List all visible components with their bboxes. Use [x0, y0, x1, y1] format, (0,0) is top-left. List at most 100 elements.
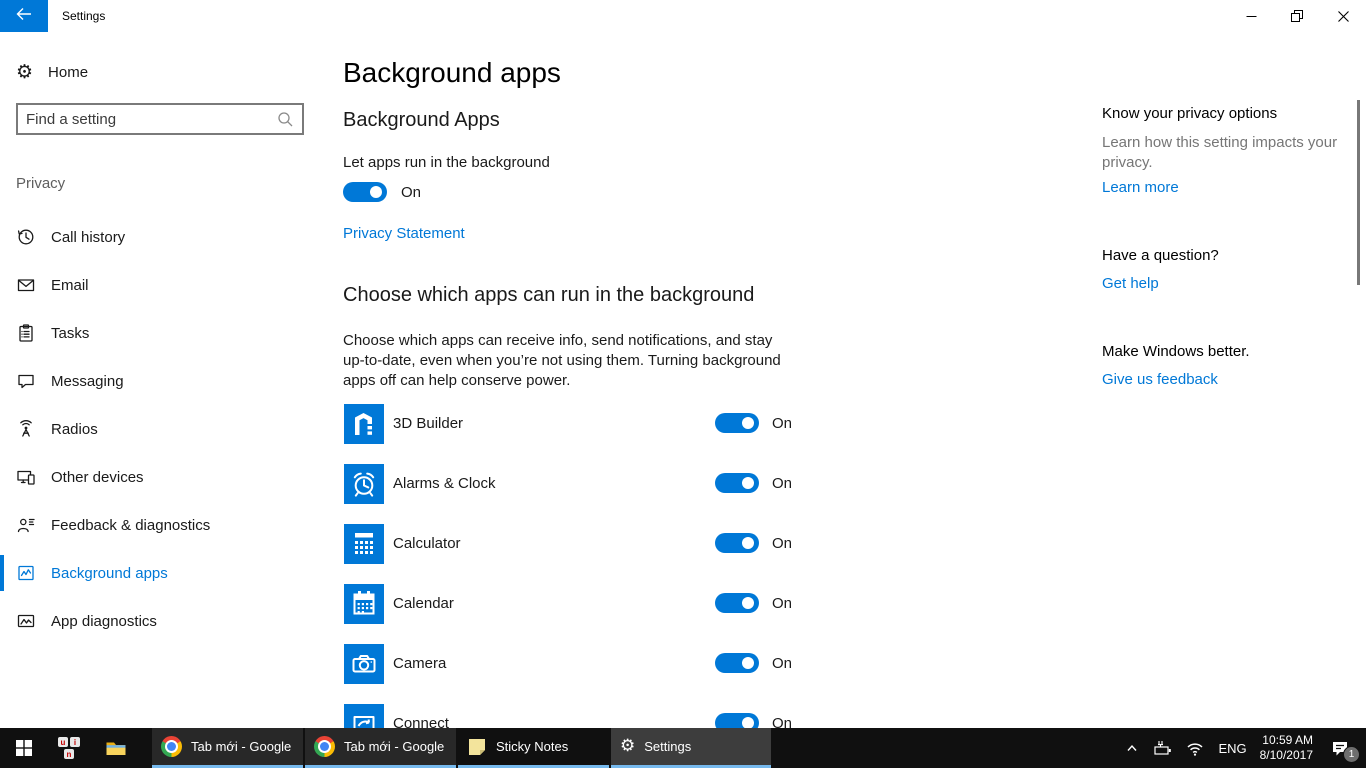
master-toggle[interactable] [343, 182, 387, 202]
alarms-clock-app-icon [344, 464, 384, 504]
app-toggle[interactable] [715, 533, 759, 553]
battery-button[interactable] [1153, 740, 1172, 757]
unikey-button[interactable]: u i n [48, 728, 92, 768]
app-row-alarms-clock: Alarms & Clock On [343, 463, 813, 523]
learn-more-link[interactable]: Learn more [1102, 179, 1342, 196]
sidebar-item-email[interactable]: Email [0, 261, 343, 309]
windows-logo-icon [16, 740, 32, 756]
app-row-3d-builder: 3D Builder On [343, 403, 813, 463]
sidebar-item-messaging[interactable]: Messaging [0, 357, 343, 405]
sidebar-item-app-diagnostics[interactable]: App diagnostics [0, 597, 343, 645]
app-name: Calculator [393, 535, 461, 552]
wifi-button[interactable] [1185, 740, 1205, 757]
email-icon [16, 275, 36, 295]
taskbar-window-label: Settings [644, 739, 691, 754]
sidebar-item-label: Background apps [51, 565, 168, 582]
close-button[interactable] [1320, 0, 1366, 32]
maximize-button[interactable] [1274, 0, 1320, 32]
tray-clock[interactable]: 10:59 AM 8/10/2017 [1260, 733, 1313, 763]
minimize-button[interactable] [1228, 0, 1274, 32]
taskbar-window-label: Tab mới - Google C... [191, 739, 294, 754]
make-windows-better-heading: Make Windows better. [1102, 343, 1342, 360]
taskbar-window-chrome-1[interactable]: Tab mới - Google C... [152, 728, 303, 768]
battery-charging-icon [1153, 740, 1172, 757]
system-tray: ENG 10:59 AM 8/10/2017 1 [1124, 728, 1366, 768]
sidebar-item-tasks[interactable]: Tasks [0, 309, 343, 357]
app-toggle-state: On [772, 535, 792, 552]
sidebar-item-radios[interactable]: Radios [0, 405, 343, 453]
tasks-icon [16, 323, 36, 343]
app-toggle[interactable] [715, 473, 759, 493]
sidebar-item-label: Tasks [51, 325, 89, 342]
app-name: Calendar [393, 595, 454, 612]
app-toggle-state: On [772, 475, 792, 492]
scrollbar-thumb[interactable] [1357, 100, 1360, 285]
privacy-statement-link[interactable]: Privacy Statement [343, 225, 465, 242]
background-apps-icon [16, 563, 36, 583]
app-toggle-state: On [772, 595, 792, 612]
gear-icon: ⚙ [16, 63, 33, 82]
choose-apps-heading: Choose which apps can run in the backgro… [343, 284, 754, 307]
taskbar-window-label: Sticky Notes [496, 739, 568, 754]
calculator-app-icon [344, 524, 384, 564]
app-name: Alarms & Clock [393, 475, 496, 492]
settings-window: Settings ⚙ Home Privacy [0, 0, 1366, 768]
call-history-icon [16, 227, 36, 247]
wifi-icon [1185, 740, 1205, 757]
home-label: Home [48, 64, 88, 81]
minimize-icon [1246, 11, 1257, 22]
privacy-options-heading: Know your privacy options [1102, 105, 1342, 122]
clock-date: 8/10/2017 [1260, 748, 1313, 763]
back-button[interactable] [0, 0, 48, 32]
background-apps-heading: Background Apps [343, 109, 500, 132]
taskbar-window-sticky-notes[interactable]: Sticky Notes [458, 728, 609, 768]
search-input[interactable] [18, 111, 277, 128]
taskbar-window-chrome-2[interactable]: Tab mới - Google C... [305, 728, 456, 768]
language-indicator[interactable]: ENG [1218, 741, 1246, 756]
privacy-options-text: Learn how this setting impacts your priv… [1102, 133, 1342, 173]
window-controls [1228, 0, 1366, 32]
search-icon [277, 111, 294, 128]
app-row-camera: Camera On [343, 643, 813, 703]
notification-badge: 1 [1344, 747, 1359, 762]
sticky-notes-icon [467, 737, 487, 757]
sidebar-item-label: App diagnostics [51, 613, 157, 630]
app-toggle[interactable] [715, 413, 759, 433]
give-feedback-link[interactable]: Give us feedback [1102, 371, 1342, 388]
sidebar-item-label: Messaging [51, 373, 124, 390]
sidebar-item-other-devices[interactable]: Other devices [0, 453, 343, 501]
sidebar-item-home[interactable]: ⚙ Home [16, 56, 88, 88]
app-name: 3D Builder [393, 415, 463, 432]
settings-gear-icon: ⚙ [620, 738, 635, 755]
titlebar: Settings [0, 0, 1366, 32]
messaging-icon [16, 371, 36, 391]
action-center-button[interactable]: 1 [1330, 738, 1350, 758]
page-title: Background apps [343, 57, 561, 89]
tray-chevron-button[interactable] [1124, 740, 1140, 756]
sidebar-item-label: Email [51, 277, 89, 294]
file-explorer-button[interactable] [92, 728, 140, 768]
app-toggle-state: On [772, 415, 792, 432]
taskbar-window-label: Tab mới - Google C... [344, 739, 447, 754]
unikey-icon: u i n [58, 736, 82, 760]
sidebar-item-label: Call history [51, 229, 125, 246]
get-help-link[interactable]: Get help [1102, 275, 1342, 292]
app-toggle[interactable] [715, 653, 759, 673]
chevron-up-icon [1124, 740, 1140, 756]
master-toggle-row: On [343, 182, 421, 202]
sidebar-item-call-history[interactable]: Call history [0, 213, 343, 261]
taskbar-window-settings[interactable]: ⚙ Settings [611, 728, 771, 768]
start-button[interactable] [0, 728, 48, 768]
master-toggle-label: Let apps run in the background [343, 154, 550, 171]
sidebar-item-background-apps[interactable]: Background apps [0, 549, 343, 597]
app-toggle[interactable] [715, 593, 759, 613]
back-arrow-icon [16, 7, 32, 26]
other-devices-icon [16, 467, 36, 487]
main-content: Background apps Background Apps Let apps… [343, 32, 1103, 728]
app-row-calculator: Calculator On [343, 523, 813, 583]
master-toggle-state: On [401, 184, 421, 201]
close-icon [1338, 11, 1349, 22]
sidebar-item-feedback-diagnostics[interactable]: Feedback & diagnostics [0, 501, 343, 549]
radios-icon [16, 419, 36, 439]
restore-icon [1291, 10, 1303, 22]
